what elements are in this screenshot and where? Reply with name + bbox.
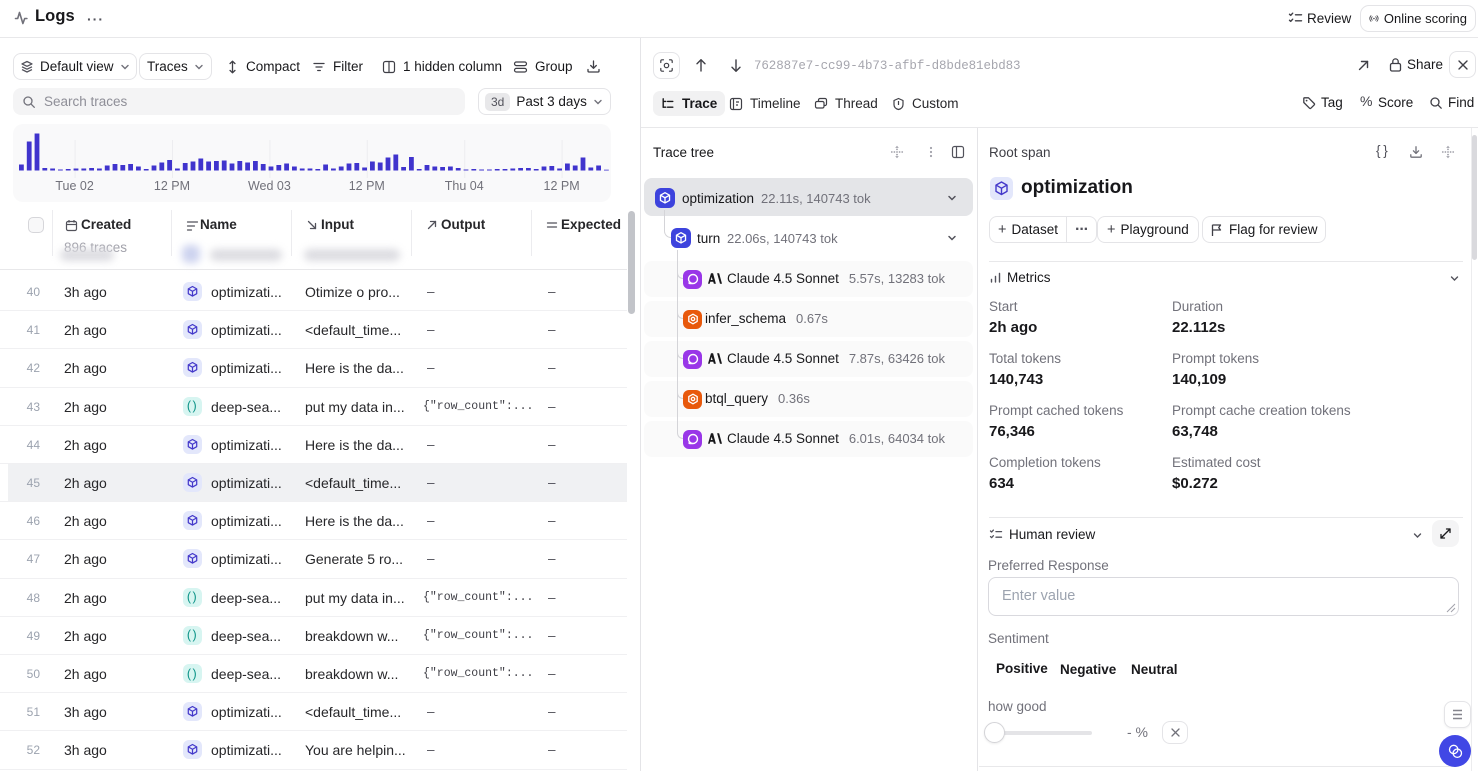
svg-text:12 PM: 12 PM — [349, 179, 385, 193]
svg-text:Thu 04: Thu 04 — [445, 179, 484, 193]
svg-text:Tue 02: Tue 02 — [55, 179, 94, 193]
svg-text:Wed 03: Wed 03 — [248, 179, 291, 193]
svg-text:12 PM: 12 PM — [544, 179, 580, 193]
svg-text:12 PM: 12 PM — [154, 179, 190, 193]
